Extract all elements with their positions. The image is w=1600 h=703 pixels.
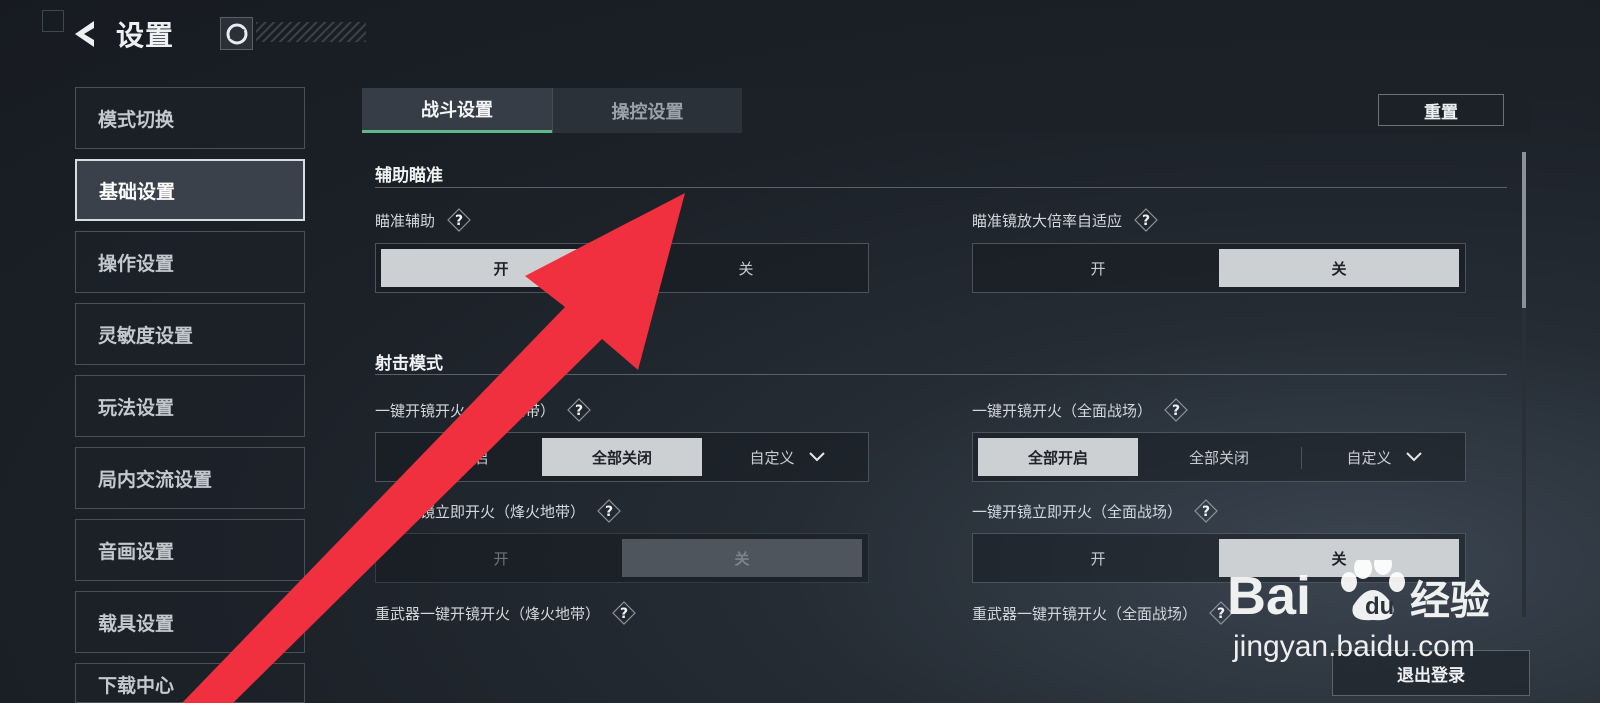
setting-label-text: 一键开镜立即开火（烽火地带） (375, 502, 586, 521)
sidebar-item-label: 玩法设置 (98, 396, 175, 419)
scrollbar-thumb[interactable] (1522, 152, 1526, 308)
setting-label-one-key-fire-beacon: 一键开镜开火（烽火地带） ? (375, 398, 591, 422)
setting-label-heavy-beacon: 重武器一键开镜开火（烽火地带） ? (375, 601, 636, 625)
sidebar-item-audio-video-settings[interactable]: 音画设置 (75, 519, 305, 581)
help-icon[interactable]: ? (1194, 499, 1218, 523)
sidebar-item-vehicle-settings[interactable]: 载具设置 (75, 591, 305, 653)
setting-label-one-key-fire-full: 一键开镜开火（全面战场） ? (972, 398, 1188, 422)
chevron-down-icon (1405, 452, 1422, 462)
section-title-aim: 辅助瞄准 (375, 166, 443, 186)
sidebar-item-chat-settings[interactable]: 局内交流设置 (75, 447, 305, 509)
sidebar-item-label: 局内交流设置 (98, 468, 213, 491)
watermark-url: jingyan.baidu.com (1233, 630, 1475, 663)
tab-bar: 战斗设置 操控设置 (362, 88, 1530, 133)
back-chevron-icon[interactable] (70, 18, 100, 50)
help-icon[interactable]: ? (1134, 208, 1158, 232)
sidebar-item-label: 基础设置 (99, 180, 176, 203)
svg-text:du: du (1365, 593, 1394, 620)
sidebar-item-label: 音画设置 (98, 540, 175, 563)
help-icon[interactable]: ? (567, 398, 591, 422)
option-on[interactable]: 开 (978, 539, 1218, 577)
option-custom[interactable]: 自定义 (1309, 438, 1459, 476)
setting-label-instant-fire-beacon: 一键开镜立即开火（烽火地带） ? (375, 499, 621, 523)
svg-text:?: ? (1217, 606, 1225, 622)
option-all-on[interactable]: 全部开启 (978, 438, 1138, 476)
tab-combat-settings[interactable]: 战斗设置 (362, 88, 552, 133)
setting-label-scope-adapt: 瞄准镜放大倍率自适应 ? (972, 208, 1158, 232)
option-all-on[interactable]: 全部开启 (381, 438, 536, 476)
setting-label-text: 重武器一键开镜开火（烽火地带） (375, 604, 601, 623)
reset-button[interactable]: 重置 (1378, 94, 1504, 126)
setting-label-text: 一键开镜开火（烽火地带） (375, 401, 556, 420)
setting-label-text: 瞄准镜放大倍率自适应 (972, 211, 1123, 230)
section-divider (375, 187, 1507, 188)
svg-text:?: ? (575, 403, 583, 419)
setting-label-text: 重武器一键开镜开火（全面战场） (972, 604, 1198, 623)
section-title-fire-mode: 射击模式 (375, 354, 443, 374)
sidebar-item-gameplay-settings[interactable]: 玩法设置 (75, 375, 305, 437)
setting-label-instant-fire-full: 一键开镜立即开火（全面战场） ? (972, 499, 1218, 523)
svg-text:?: ? (1172, 403, 1180, 419)
setting-label-heavy-full: 重武器一键开镜开火（全面战场） ? (972, 601, 1233, 625)
option-on[interactable]: 开 (978, 249, 1218, 287)
help-icon[interactable]: ? (1164, 398, 1188, 422)
sidebar-item-basic-settings[interactable]: 基础设置 (75, 159, 305, 221)
setting-label-text: 一键开镜立即开火（全面战场） (972, 502, 1183, 521)
svg-text:?: ? (1142, 213, 1150, 229)
game-logo-icon (220, 17, 253, 50)
svg-text:?: ? (455, 213, 463, 229)
instant-fire-beacon-toggle: 开 关 (375, 533, 869, 583)
svg-text:?: ? (620, 606, 628, 622)
option-off[interactable]: 关 (1219, 249, 1459, 287)
option-custom-label: 自定义 (1346, 448, 1392, 467)
sidebar-item-download-center[interactable]: 下载中心 (75, 663, 305, 703)
option-on[interactable]: 开 (381, 539, 621, 577)
option-on[interactable]: 开 (381, 249, 621, 287)
corner-decoration (42, 10, 64, 32)
setting-label-text: 一键开镜开火（全面战场） (972, 401, 1153, 420)
sidebar-item-mode-switch[interactable]: 模式切换 (75, 87, 305, 149)
tab-control-settings[interactable]: 操控设置 (552, 88, 742, 133)
setting-label-text: 瞄准辅助 (375, 211, 436, 230)
svg-text:?: ? (1202, 504, 1210, 520)
help-icon[interactable]: ? (447, 208, 471, 232)
sidebar-item-label: 操作设置 (98, 252, 175, 275)
sidebar-item-label: 灵敏度设置 (98, 324, 194, 347)
section-divider (375, 374, 1507, 375)
one-key-fire-full-selector: 全部开启 全部关闭 自定义 (972, 432, 1466, 482)
one-key-fire-beacon-selector: 全部开启 全部关闭 自定义 (375, 432, 869, 482)
option-all-off[interactable]: 全部关闭 (542, 438, 702, 476)
chevron-down-icon (808, 452, 825, 462)
option-custom-label: 自定义 (749, 448, 795, 467)
svg-text:?: ? (605, 504, 613, 520)
sidebar-item-sensitivity-settings[interactable]: 灵敏度设置 (75, 303, 305, 365)
option-custom[interactable]: 自定义 (712, 438, 862, 476)
option-off[interactable]: 关 (626, 249, 866, 287)
aim-assist-toggle: 开 关 (375, 243, 869, 293)
page-title: 设置 (116, 19, 175, 52)
option-off[interactable]: 关 (622, 539, 862, 577)
sidebar-item-label: 模式切换 (98, 108, 175, 131)
svg-text:经验: 经验 (1410, 578, 1490, 624)
option-all-off[interactable]: 全部关闭 (1139, 438, 1299, 476)
svg-text:Bai: Bai (1227, 566, 1311, 626)
help-icon[interactable]: ? (612, 601, 636, 625)
option-separator (1301, 447, 1302, 469)
sidebar-item-label: 载具设置 (98, 612, 175, 635)
sidebar-item-label: 下载中心 (98, 675, 175, 697)
sidebar-item-operation-settings[interactable]: 操作设置 (75, 231, 305, 293)
help-icon[interactable]: ? (597, 499, 621, 523)
header-hatch-decoration (256, 22, 366, 42)
setting-label-aim-assist: 瞄准辅助 ? (375, 208, 471, 232)
scope-adapt-toggle: 开 关 (972, 243, 1466, 293)
